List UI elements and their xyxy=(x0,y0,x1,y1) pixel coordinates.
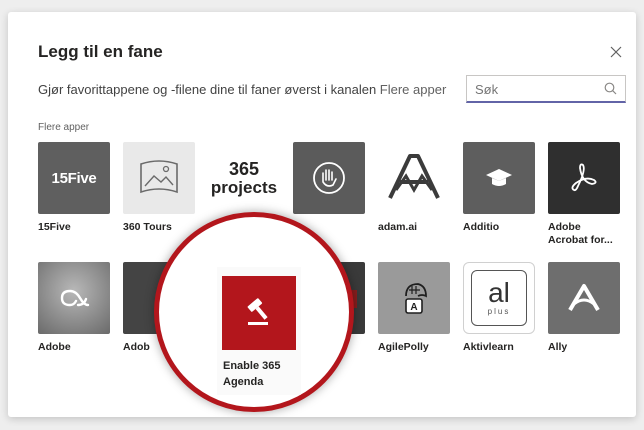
panorama-image-icon xyxy=(123,142,195,214)
app-name: Aktivlearn xyxy=(463,341,514,353)
app-ally[interactable]: Ally xyxy=(548,262,622,354)
app-name: Adobe xyxy=(38,341,71,353)
app-15five[interactable]: 15Five 15Five xyxy=(38,142,112,234)
acrobat-icon xyxy=(548,142,620,214)
hand-circle-icon xyxy=(293,142,365,214)
app-name: Ally xyxy=(548,341,568,353)
more-apps-link[interactable]: Flere apper xyxy=(380,82,446,97)
app-360-tours[interactable]: 360 Tours xyxy=(123,142,197,234)
subtitle-text: Gjør favorittappene og -filene dine til … xyxy=(38,82,377,97)
365-projects-logo: 365 projects xyxy=(208,142,280,214)
app-name: AgilePolly xyxy=(378,341,429,353)
adam-ai-logo xyxy=(378,142,450,214)
highlight-circle: Enable 365 Agenda xyxy=(154,212,354,412)
app-name: 15Five xyxy=(38,221,71,233)
app-adobe-acrobat[interactable]: Adobe Acrobat for... xyxy=(548,142,622,247)
app-enable-365-agenda[interactable]: Enable 365 Agenda xyxy=(217,267,301,395)
app-365-projects[interactable]: 365 projects xyxy=(208,142,282,221)
polly-parrot-icon: A xyxy=(378,262,450,334)
dialog-subtitle: Gjør favorittappene og -filene dine til … xyxy=(38,82,446,97)
gavel-icon xyxy=(222,276,296,350)
dialog-title: Legg til en fane xyxy=(38,42,163,61)
app-additio[interactable]: Additio xyxy=(463,142,537,234)
app-name: Additio xyxy=(463,221,500,233)
app-adam-ai[interactable]: adam.ai xyxy=(378,142,452,234)
app-adobe[interactable]: Adobe xyxy=(38,262,112,354)
section-label: Flere apper xyxy=(38,122,90,133)
add-tab-dialog: Legg til en fane Gjør favorittappene og … xyxy=(8,12,636,417)
tile-text-top: al xyxy=(488,277,510,308)
tile-text-bottom: plus xyxy=(487,307,511,316)
app-aktivlearn[interactable]: al plus Aktivlearn xyxy=(463,262,537,354)
search-icon xyxy=(604,82,617,95)
search-box[interactable] xyxy=(466,75,626,103)
tile-text-top: 365 xyxy=(228,158,260,179)
tile-text: 15Five xyxy=(51,169,97,187)
app-agilepolly[interactable]: A AgilePolly xyxy=(378,262,452,354)
close-button[interactable] xyxy=(605,41,627,63)
ally-logo-icon xyxy=(548,262,620,334)
app-name: 360 Tours xyxy=(123,221,172,233)
app-name: Adobe Acrobat for... xyxy=(548,221,613,246)
svg-text:A: A xyxy=(410,302,417,313)
creative-cloud-icon xyxy=(38,262,110,334)
app-name: adam.ai xyxy=(378,221,418,233)
aktivlearn-logo: al plus xyxy=(463,262,535,334)
15five-logo: 15Five xyxy=(38,142,110,214)
app-name: Enable 365 Agenda xyxy=(223,360,281,388)
tile-text-bottom: projects xyxy=(210,177,278,197)
close-icon xyxy=(610,46,622,58)
app-v[interactable]: V xyxy=(293,142,367,234)
search-input[interactable] xyxy=(475,79,595,99)
graduation-cap-icon xyxy=(463,142,535,214)
